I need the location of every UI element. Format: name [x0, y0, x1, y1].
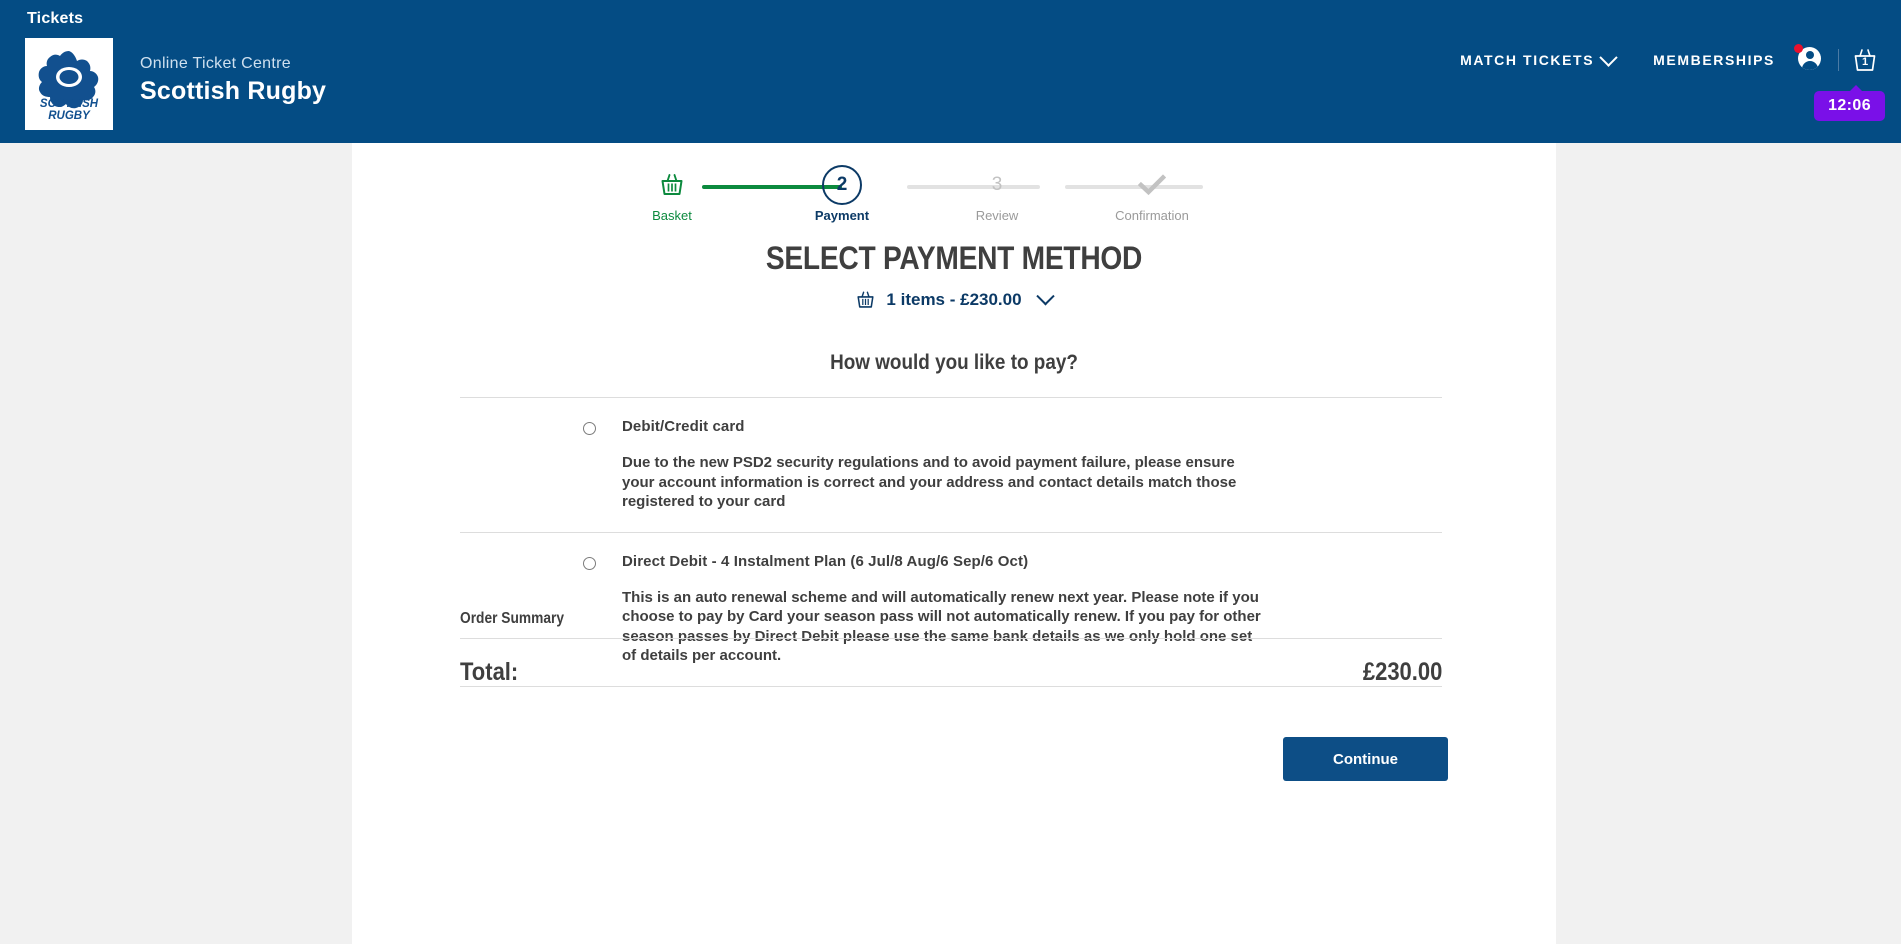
page-body: Basket 2 Payment 3 Review Confirmation S… [0, 143, 1901, 944]
brand-block: Online Ticket Centre Scottish Rugby [140, 55, 326, 106]
payment-option-card-title: Debit/Credit card [622, 418, 745, 435]
order-total-label: Total: [460, 658, 519, 686]
order-total-value: £230.00 [1362, 658, 1442, 686]
stepper-step-review-number: 3 [991, 174, 1003, 195]
nav-item-memberships-label: MEMBERSHIPS [1653, 52, 1775, 68]
basket-button[interactable]: 1 [1853, 47, 1879, 73]
tickets-label: Tickets [27, 10, 84, 27]
stepper-step-payment-label: Payment [814, 208, 870, 223]
payment-option-direct-debit-radio[interactable] [583, 556, 596, 570]
stepper-step-payment-number: 2 [822, 165, 862, 205]
svg-text:RUGBY: RUGBY [48, 110, 91, 122]
nav-item-match-tickets-label: MATCH TICKETS [1460, 52, 1595, 68]
basket-icon [857, 291, 874, 308]
order-summary: Order Summary [460, 610, 1442, 639]
nav-item-match-tickets[interactable]: MATCH TICKETS [1460, 47, 1618, 68]
notification-dot [1794, 44, 1803, 53]
brand-title: Scottish Rugby [140, 77, 327, 106]
header-icon-group: 1 [1794, 44, 1879, 73]
payment-option-card-description: Due to the new PSD2 security regulations… [622, 454, 1237, 510]
header-nav: MATCH TICKETS MEMBERSHIPS [1460, 47, 1775, 68]
scottish-rugby-logo[interactable]: SCOTTISH RUGBY [25, 38, 113, 130]
checkout-stepper: Basket 2 Payment 3 Review Confirmation [352, 163, 1556, 241]
check-icon [1138, 174, 1166, 196]
stepper-step-basket-label: Basket [652, 208, 692, 223]
payment-option-direct-debit-title: Direct Debit - 4 Instalment Plan (6 Jul/… [622, 552, 1029, 570]
payment-options: Debit/Credit card Due to the new PSD2 se… [460, 397, 1442, 687]
continue-button[interactable]: Continue [1283, 737, 1448, 781]
cart-summary-toggle[interactable]: 1 items - £230.00 [352, 286, 1556, 310]
payment-option-card-radio[interactable] [583, 422, 596, 435]
order-summary-heading: Order Summary [460, 610, 565, 627]
icon-divider [1838, 49, 1839, 71]
brand-subtitle: Online Ticket Centre [140, 55, 291, 72]
basket-count: 1 [1861, 56, 1869, 68]
payment-option-card[interactable]: Debit/Credit card Due to the new PSD2 se… [460, 398, 1442, 532]
basket-icon [661, 174, 683, 195]
stepper-step-confirmation-label: Confirmation [1115, 208, 1189, 223]
account-button[interactable] [1794, 44, 1824, 73]
stepper-step-review: 3 Review [932, 163, 1062, 223]
stepper-step-review-label: Review [975, 208, 1019, 223]
order-total-row: Total: £230.00 [460, 658, 1442, 687]
svg-text:SCOTTISH: SCOTTISH [40, 98, 99, 110]
session-timer-badge: 12:06 [1814, 85, 1885, 121]
chevron-down-icon [1035, 286, 1055, 305]
nav-item-memberships[interactable]: MEMBERSHIPS [1653, 52, 1775, 68]
divider [460, 638, 1442, 639]
page-title: SELECT PAYMENT METHOD [765, 240, 1143, 276]
site-header: Tickets SCOTTISH RUGBY Online Ticket Cen… [0, 0, 1901, 143]
stepper-step-confirmation: Confirmation [1087, 163, 1217, 223]
stepper-step-basket[interactable]: Basket [607, 163, 737, 223]
stepper-step-payment[interactable]: 2 Payment [777, 163, 907, 223]
cart-summary-text: 1 items - £230.00 [886, 290, 1022, 309]
chevron-down-icon [1599, 47, 1618, 67]
content-card: Basket 2 Payment 3 Review Confirmation S… [352, 143, 1556, 944]
payment-question: How would you like to pay? [830, 351, 1078, 374]
